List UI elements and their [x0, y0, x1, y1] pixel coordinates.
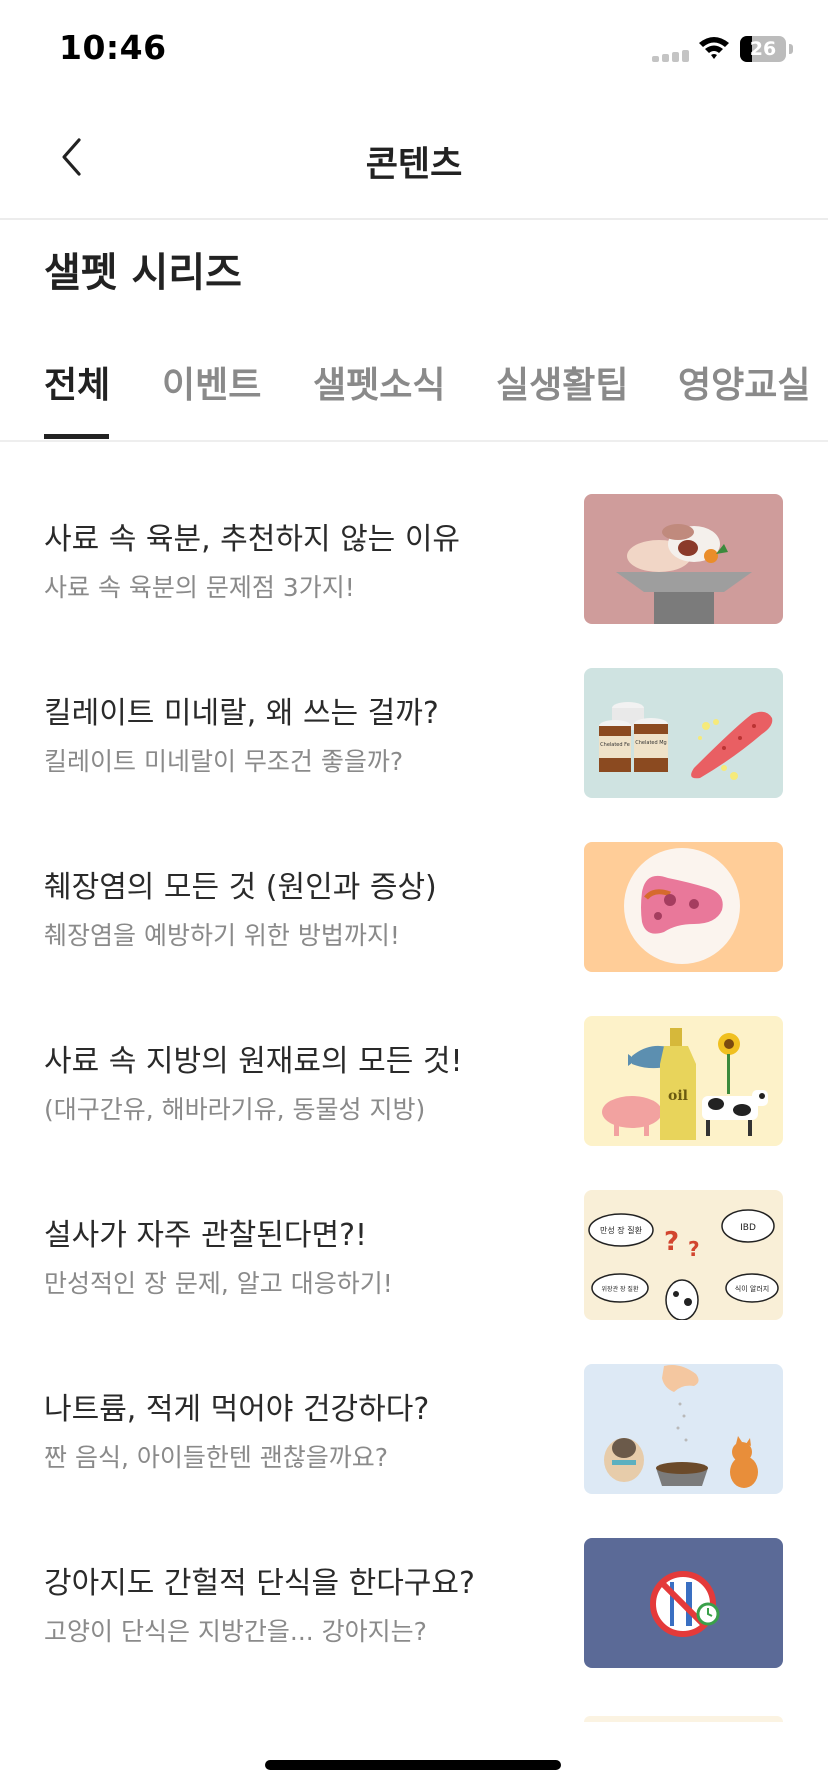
- cellular-signal-icon: [652, 50, 689, 62]
- bubble-chronic: 만성 장 질환: [600, 1225, 643, 1235]
- article-title: 췌장염의 모든 것 (원인과 증상): [44, 870, 437, 905]
- tab-tips[interactable]: 실생활팁: [496, 356, 628, 408]
- navigation-bar: 콘텐츠: [0, 100, 828, 220]
- article-thumbnail: 만성 장 질환 IBD 위장관 장 질환 식이 알러지 ? ?: [584, 1190, 783, 1320]
- article-subtitle: (대구간유, 해바라기유, 동물성 지방): [44, 1095, 426, 1124]
- bubble-gi: 위장관 장 질환: [602, 1285, 639, 1293]
- article-subtitle: 킬레이트 미네랄이 무조건 좋을까?: [44, 747, 404, 776]
- article-thumbnail: [584, 1364, 783, 1494]
- article-subtitle: 짠 음식, 아이들한텐 괜찮을까요?: [44, 1443, 389, 1472]
- tab-nutrition[interactable]: 영양교실: [678, 356, 810, 408]
- article-title: 나트륨, 적게 먹어야 건강하다?: [44, 1392, 430, 1427]
- article-thumbnail: oil: [584, 1016, 783, 1146]
- article-subtitle: 고양이 단식은 지방간을... 강아지는?: [44, 1617, 427, 1646]
- svg-text:?: ?: [688, 1237, 700, 1261]
- article-title: 강아지도 간헐적 단식을 한다구요?: [44, 1566, 475, 1601]
- list-item[interactable]: 나트륨, 적게 먹어야 건강하다? 짠 음식, 아이들한텐 괜찮을까요?: [0, 1340, 828, 1514]
- battery-icon: 26: [740, 36, 786, 62]
- list-item[interactable]: 사료 속 육분, 추천하지 않는 이유 사료 속 육분의 문제점 3가지!: [0, 470, 828, 644]
- svg-text:?: ?: [664, 1227, 679, 1257]
- tab-all[interactable]: 전체: [44, 356, 110, 408]
- article-thumbnail: [584, 1538, 783, 1668]
- section-title: 샐펫 시리즈: [44, 250, 242, 296]
- category-tabs: 전체 이벤트 샐펫소식 실생활팁 영양교실: [0, 340, 828, 442]
- list-item[interactable]: 사료 속 지방의 원재료의 모든 것! (대구간유, 해바라기유, 동물성 지방…: [0, 992, 828, 1166]
- next-item-peek: [584, 1716, 783, 1722]
- article-subtitle: 만성적인 장 문제, 알고 대응하기!: [44, 1269, 393, 1298]
- list-item[interactable]: 강아지도 간헐적 단식을 한다구요? 고양이 단식은 지방간을... 강아지는?: [0, 1514, 828, 1688]
- list-item[interactable]: 설사가 자주 관찰된다면?! 만성적인 장 문제, 알고 대응하기! 만성 장 …: [0, 1166, 828, 1340]
- list-item[interactable]: 킬레이트 미네랄, 왜 쓰는 걸까? 킬레이트 미네랄이 무조건 좋을까? Ch…: [0, 644, 828, 818]
- bubble-allergy: 식이 알러지: [735, 1284, 769, 1293]
- label-oil: oil: [668, 1088, 688, 1104]
- bubble-ibd: IBD: [740, 1223, 756, 1233]
- label-chelated-mg: Chelated Mg: [635, 740, 666, 746]
- article-subtitle: 췌장염을 예방하기 위한 방법까지!: [44, 921, 400, 950]
- tab-news[interactable]: 샐펫소식: [313, 356, 445, 408]
- article-list: 사료 속 육분, 추천하지 않는 이유 사료 속 육분의 문제점 3가지! 킬레…: [0, 470, 828, 1688]
- battery-level: 26: [749, 38, 777, 60]
- wifi-icon: [699, 37, 729, 59]
- status-time: 10:46: [59, 28, 167, 67]
- article-title: 설사가 자주 관찰된다면?!: [44, 1218, 368, 1253]
- article-thumbnail: [584, 842, 783, 972]
- home-indicator: [265, 1760, 561, 1770]
- article-title: 사료 속 육분, 추천하지 않는 이유: [44, 522, 461, 557]
- article-title: 킬레이트 미네랄, 왜 쓰는 걸까?: [44, 696, 439, 731]
- active-tab-indicator: [44, 434, 109, 439]
- tab-event[interactable]: 이벤트: [162, 356, 261, 408]
- article-subtitle: 사료 속 육분의 문제점 3가지!: [44, 573, 355, 602]
- article-title: 사료 속 지방의 원재료의 모든 것!: [44, 1044, 463, 1079]
- list-item[interactable]: 췌장염의 모든 것 (원인과 증상) 췌장염을 예방하기 위한 방법까지!: [0, 818, 828, 992]
- article-thumbnail: Chelated Fe Chelated Mg: [584, 668, 783, 798]
- label-chelated-fe: Chelated Fe: [600, 742, 630, 748]
- page-title: 콘텐츠: [365, 145, 463, 185]
- status-bar: 10:46 26: [0, 0, 828, 100]
- article-thumbnail: [584, 494, 783, 624]
